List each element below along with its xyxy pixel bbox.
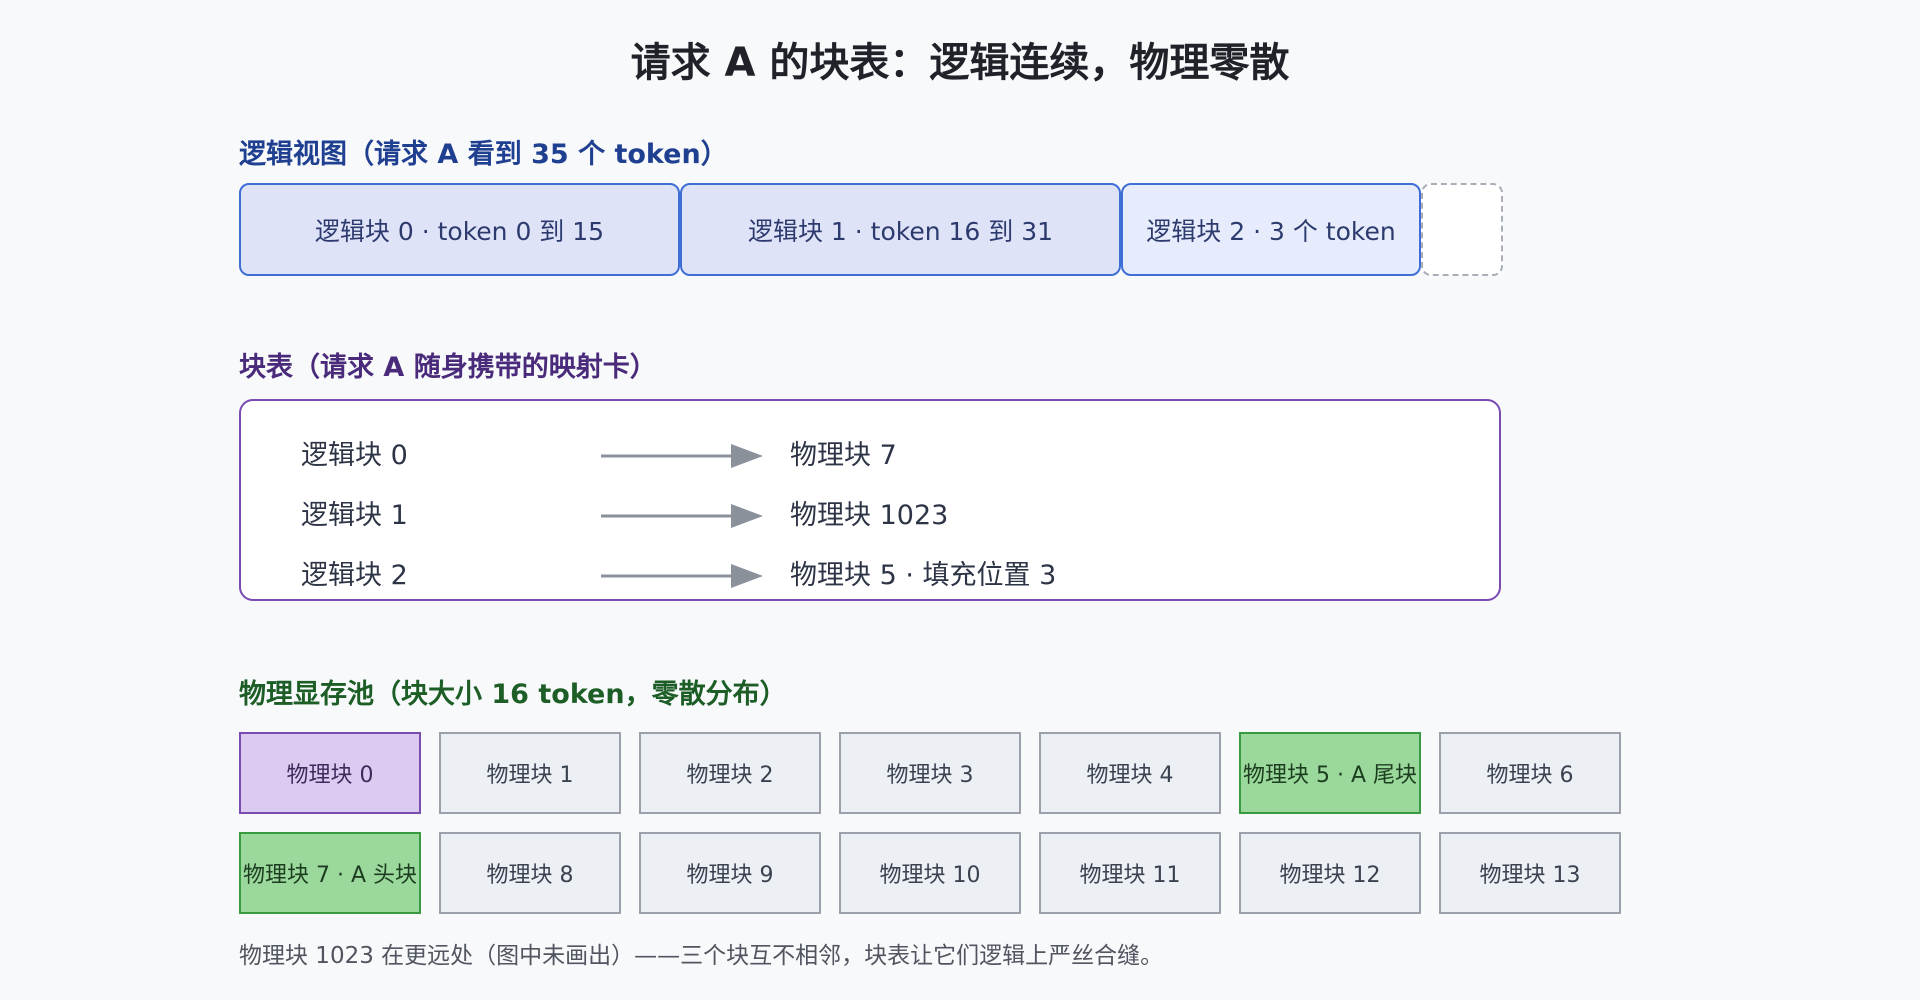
physical-block-8: 物理块 8: [439, 832, 621, 914]
physical-block-4: 物理块 4: [1039, 732, 1221, 814]
mapping-arrow-icon: [601, 504, 763, 528]
table-to-label: 物理块 7: [790, 440, 897, 471]
table-to-label: 物理块 5 · 填充位置 3: [790, 560, 1057, 591]
block-table-row: 逻辑块 1 物理块 1023: [241, 496, 1499, 536]
footnote: 物理块 1023 在更远处（图中未画出）——三个块互不相邻，块表让它们逻辑上严丝…: [239, 943, 1164, 969]
mapping-arrow-icon: [601, 444, 763, 468]
physical-block-3: 物理块 3: [839, 732, 1021, 814]
block-table-row: 逻辑块 2 物理块 5 · 填充位置 3: [241, 556, 1499, 596]
diagram-title: 请求 A 的块表：逻辑连续，物理零散: [630, 40, 1290, 86]
physical-pool-grid: 物理块 0 物理块 1 物理块 2 物理块 3 物理块 4 物理块 5 · A 尾块 物理块…: [239, 732, 1621, 914]
physical-pool-heading: 物理显存池（块大小 16 token，零散分布）: [239, 679, 787, 710]
table-to-label: 物理块 1023: [790, 500, 949, 531]
table-from-label: 逻辑块 2: [301, 560, 408, 591]
logical-block-empty-slot: [1421, 183, 1503, 276]
mapping-arrow-icon: [601, 564, 763, 588]
logical-view-heading: 逻辑视图（请求 A 看到 35 个 token）: [239, 139, 728, 170]
physical-block-1: 物理块 1: [439, 732, 621, 814]
physical-block-12: 物理块 12: [1239, 832, 1421, 914]
physical-block-11: 物理块 11: [1039, 832, 1221, 914]
physical-block-10: 物理块 10: [839, 832, 1021, 914]
physical-block-13: 物理块 13: [1439, 832, 1621, 914]
logical-block-2: 逻辑块 2 · 3 个 token: [1121, 183, 1421, 276]
physical-block-2: 物理块 2: [639, 732, 821, 814]
physical-block-9: 物理块 9: [639, 832, 821, 914]
physical-block-5: 物理块 5 · A 尾块: [1239, 732, 1421, 814]
table-from-label: 逻辑块 0: [301, 440, 408, 471]
physical-block-0: 物理块 0: [239, 732, 421, 814]
physical-block-6: 物理块 6: [1439, 732, 1621, 814]
block-table-row: 逻辑块 0 物理块 7: [241, 436, 1499, 476]
logical-view-row: 逻辑块 0 · token 0 到 15 逻辑块 1 · token 16 到 …: [239, 183, 1503, 276]
table-from-label: 逻辑块 1: [301, 500, 408, 531]
block-table: 逻辑块 0 物理块 7 逻辑块 1 物理块 1023 逻辑块 2 物理块 5 ·…: [239, 399, 1501, 601]
block-table-heading: 块表（请求 A 随身携带的映射卡）: [239, 352, 657, 383]
logical-block-1: 逻辑块 1 · token 16 到 31: [680, 183, 1121, 276]
logical-block-0: 逻辑块 0 · token 0 到 15: [239, 183, 680, 276]
physical-block-7: 物理块 7 · A 头块: [239, 832, 421, 914]
